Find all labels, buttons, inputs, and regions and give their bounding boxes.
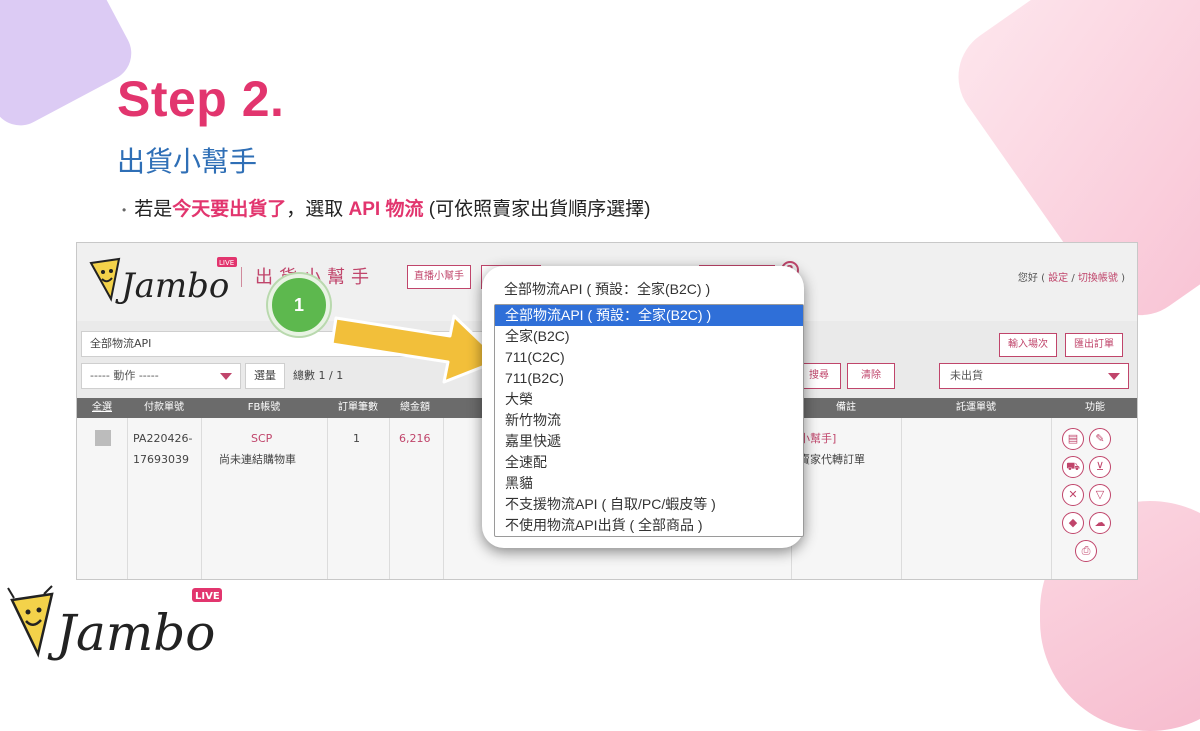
step-number-badge: 1 bbox=[268, 274, 330, 336]
logistics-dropdown-popup: 全部物流API ( 預設：全家(B2C) ) 全部物流API ( 預設：全家(B… bbox=[482, 266, 804, 548]
column-divider bbox=[327, 418, 328, 579]
dropdown-option[interactable]: 嘉里快遞 bbox=[495, 431, 803, 452]
ship-status-select[interactable]: 未出貨 bbox=[939, 363, 1129, 389]
step-subtitle: 出貨小幫手 bbox=[117, 145, 258, 178]
step-title: Step 2. bbox=[117, 71, 285, 127]
column-divider bbox=[1051, 418, 1052, 579]
fb-account[interactable]: SCP bbox=[251, 428, 272, 449]
payment-no-line2: 17693039 bbox=[133, 453, 189, 466]
header-remark: 備註 bbox=[836, 402, 856, 413]
note-highlight: 今天要出貨了 bbox=[172, 199, 287, 220]
dropdown-option[interactable]: 711(C2C) bbox=[495, 347, 803, 368]
dropdown-option[interactable]: 大榮 bbox=[495, 389, 803, 410]
jambo-logo: Jambo LIVE bbox=[7, 585, 222, 662]
chevron-down-icon bbox=[1108, 373, 1120, 380]
column-divider bbox=[901, 418, 902, 579]
select-button[interactable]: 選量 bbox=[245, 363, 285, 389]
dropdown-option[interactable]: 全家(B2C) bbox=[495, 326, 803, 347]
column-divider bbox=[201, 418, 202, 579]
order-count: 1 bbox=[353, 432, 360, 445]
dropdown-option[interactable]: 全速配 bbox=[495, 452, 803, 473]
column-divider bbox=[443, 418, 444, 579]
edit-icon[interactable]: ✎ bbox=[1089, 428, 1111, 450]
header-payment-no: 付款單號 bbox=[144, 402, 184, 413]
note-suffix: (可依照賣家出貨順序選擇) bbox=[423, 199, 651, 220]
dropdown-option[interactable]: 全部物流API ( 預設：全家(B2C) ) bbox=[495, 305, 803, 326]
chevron-down-icon bbox=[220, 373, 232, 380]
select-all-header[interactable]: 全選 bbox=[77, 398, 127, 418]
header-functions: 功能 bbox=[1085, 402, 1105, 413]
tag-icon[interactable]: ◆ bbox=[1062, 512, 1084, 534]
header-fb-account: FB帳號 bbox=[247, 402, 281, 413]
row-checkbox[interactable] bbox=[95, 430, 111, 446]
truck-icon[interactable]: ⛟ bbox=[1062, 456, 1084, 478]
bullet-icon: • bbox=[122, 202, 127, 217]
header-divider bbox=[241, 267, 242, 287]
action-select[interactable]: ----- 動作 ----- bbox=[81, 363, 241, 389]
fb-account-note: 尚未連結購物車 bbox=[219, 453, 296, 466]
header-total-amount: 總金額 bbox=[400, 402, 430, 413]
remark-line2: 賣家代轉訂單 bbox=[799, 453, 865, 466]
note-api: API 物流 bbox=[348, 199, 424, 220]
payment-no-line1: PA220426- bbox=[133, 432, 193, 445]
svg-text:LIVE: LIVE bbox=[195, 591, 220, 602]
action-select-label: ----- 動作 ----- bbox=[90, 369, 159, 382]
svg-text:Jambo: Jambo bbox=[115, 266, 229, 305]
greeting: 您好 ( 設定 / 切換帳號 ) bbox=[1017, 273, 1125, 284]
import-session-button[interactable]: 輸入場次 bbox=[999, 333, 1057, 357]
dropdown-option[interactable]: 新竹物流 bbox=[495, 410, 803, 431]
trash-icon[interactable]: ✕ bbox=[1062, 484, 1084, 506]
column-divider bbox=[127, 418, 128, 579]
dropdown-options: 全部物流API ( 預設：全家(B2C) ) 全家(B2C) 711(C2C) … bbox=[494, 304, 804, 537]
svg-text:Jambo: Jambo bbox=[47, 604, 215, 662]
clear-button[interactable]: 清除 bbox=[847, 363, 895, 389]
settings-link[interactable]: 設定 bbox=[1048, 273, 1068, 284]
filter-icon[interactable]: ▽ bbox=[1089, 484, 1111, 506]
column-divider bbox=[389, 418, 390, 579]
remark-line1: 小幫手] bbox=[799, 432, 837, 445]
greeting-end: ) bbox=[1121, 273, 1125, 284]
greeting-text: 您好 ( bbox=[1017, 273, 1045, 284]
dropdown-option[interactable]: 不使用物流API出貨 ( 全部商品 ) bbox=[495, 515, 803, 536]
export-orders-button[interactable]: 匯出訂單 bbox=[1065, 333, 1123, 357]
note-mid: ，選取 bbox=[286, 199, 349, 220]
live-helper-button[interactable]: 直播小幫手 bbox=[407, 265, 471, 289]
dropdown-option[interactable]: 711(B2C) bbox=[495, 368, 803, 389]
dropdown-option[interactable]: 不支援物流API ( 自取/PC/蝦皮等 ) bbox=[495, 494, 803, 515]
header-shipment-no: 託運單號 bbox=[956, 402, 996, 413]
jambo-logo-small: Jambo LIVE bbox=[89, 257, 237, 305]
total-amount: 6,216 bbox=[399, 432, 431, 445]
note-prefix: 若是 bbox=[134, 199, 173, 220]
switch-account-link[interactable]: 切換帳號 bbox=[1078, 273, 1118, 284]
svg-text:LIVE: LIVE bbox=[219, 259, 234, 267]
step-instruction: • 若是今天要出貨了，選取 API 物流 (可依照賣家出貨順序選擇) bbox=[122, 194, 650, 221]
clipboard-icon[interactable]: ▤ bbox=[1062, 428, 1084, 450]
printer-icon[interactable]: ⎙ bbox=[1075, 540, 1097, 562]
cart-icon[interactable]: ⊻ bbox=[1089, 456, 1111, 478]
dropdown-current-value[interactable]: 全部物流API ( 預設：全家(B2C) ) bbox=[494, 278, 792, 300]
cloud-icon[interactable]: ☁ bbox=[1089, 512, 1111, 534]
dropdown-option[interactable]: 黑貓 bbox=[495, 473, 803, 494]
header-order-count: 訂單筆數 bbox=[338, 402, 378, 413]
ship-status-label: 未出貨 bbox=[950, 369, 983, 382]
